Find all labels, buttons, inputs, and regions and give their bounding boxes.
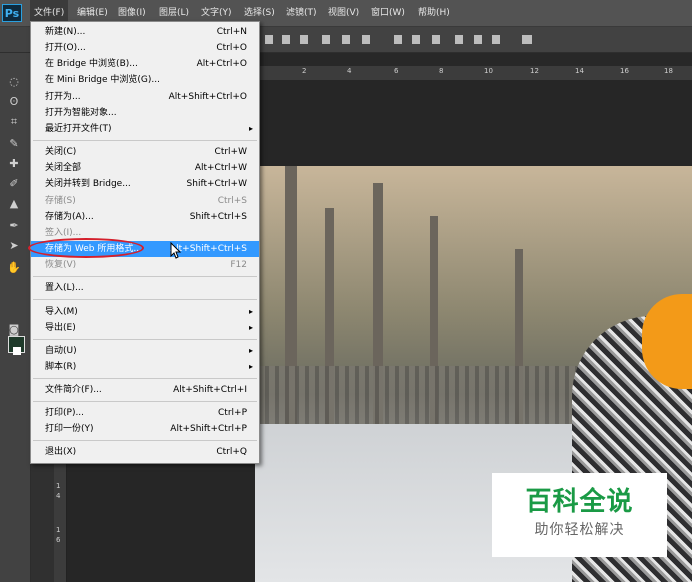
menu-item-revert: 恢复(V) F12	[45, 260, 247, 270]
watermark-title: 百科全说	[525, 487, 634, 517]
healing-tool-icon[interactable]: ✚	[6, 157, 22, 171]
ruler-tick: 1	[56, 482, 61, 490]
watermark-logo: 百科全说 助你轻松解决	[492, 473, 667, 557]
menu-item-recent-files[interactable]: 最近打开文件(T) ▸	[31, 121, 259, 137]
menu-item-save-as[interactable]: 存储为(A)... Shift+Ctrl+S	[31, 209, 259, 225]
ruler-tick: 1	[56, 526, 61, 534]
menu-item-browse-bridge[interactable]: 在 Bridge 中浏览(B)... Alt+Ctrl+O	[31, 56, 259, 72]
ruler-tick: 4	[347, 67, 352, 75]
photoshop-logo-icon: Ps	[2, 4, 22, 22]
menu-separator	[33, 401, 257, 402]
menu-item-close[interactable]: 关闭(C) Ctrl+W	[31, 144, 259, 160]
menu-item-scripts[interactable]: 脚本(R) ▸	[31, 359, 259, 375]
lasso-tool-icon[interactable]: ʘ	[6, 95, 22, 109]
tools-panel: ◌ ʘ ⌗ ✎ ✚ ✐ ▲ ✒ ➤ ✋ ◙	[0, 53, 31, 582]
menu-item-print[interactable]: 打印(P)... Ctrl+P	[31, 405, 259, 421]
submenu-arrow-icon: ▸	[248, 323, 253, 332]
submenu-arrow-icon: ▸	[248, 362, 253, 371]
menu-separator	[33, 339, 257, 340]
ruler-tick: 2	[302, 67, 307, 75]
submenu-arrow-icon: ▸	[248, 346, 253, 355]
path-select-tool-icon[interactable]: ➤	[6, 239, 22, 253]
menu-item-place[interactable]: 置入(L)...	[31, 280, 259, 296]
menu-item-automate[interactable]: 自动(U) ▸	[31, 343, 259, 359]
watermark-subtitle: 助你轻松解决	[534, 522, 625, 538]
ruler-tick: 12	[530, 67, 539, 75]
submenu-arrow-icon: ▸	[248, 124, 253, 133]
annotation-oval	[28, 238, 144, 258]
submenu-arrow-icon: ▸	[248, 307, 253, 316]
menu-filter[interactable]: 滤镜(T)	[282, 0, 321, 26]
ruler-tick: 8	[439, 67, 444, 75]
menu-item-open-as[interactable]: 打开为... Alt+Shift+Ctrl+O	[31, 89, 259, 105]
menu-help[interactable]: 帮助(H)	[414, 0, 454, 26]
quick-mask-icon[interactable]: ◙	[6, 323, 22, 337]
menu-item-close-all[interactable]: 关闭全部 Alt+Ctrl+W	[31, 160, 259, 176]
horizontal-ruler: 2 4 6 8 10 12 14 16 18	[258, 66, 692, 81]
stamp-tool-icon[interactable]: ▲	[6, 197, 22, 211]
menu-item-open[interactable]: 打开(O)... Ctrl+O	[31, 40, 259, 56]
menu-item-browse-mini-bridge[interactable]: 在 Mini Bridge 中浏览(G)...	[31, 72, 259, 88]
ruler-tick: 18	[664, 67, 673, 75]
menu-separator	[33, 378, 257, 379]
ruler-tick: 6	[56, 536, 61, 544]
menu-item-print-one-copy[interactable]: 打印一份(Y) Alt+Shift+Ctrl+P	[31, 421, 259, 437]
background-color-swatch[interactable]	[13, 347, 21, 355]
menu-separator	[33, 276, 257, 277]
menu-item-file-info[interactable]: 文件简介(F)... Alt+Shift+Ctrl+I	[31, 382, 259, 398]
menu-item-close-go-bridge[interactable]: 关闭并转到 Bridge... Shift+Ctrl+W	[31, 176, 259, 192]
ruler-tick: 4	[56, 492, 61, 500]
ruler-tick: 10	[484, 67, 493, 75]
menu-window[interactable]: 窗口(W)	[367, 0, 409, 26]
ruler-tick: 16	[620, 67, 629, 75]
menu-separator	[33, 140, 257, 141]
menu-item-import[interactable]: 导入(M) ▸	[31, 304, 259, 320]
crop-tool-icon[interactable]: ⌗	[6, 115, 22, 129]
menu-separator	[33, 299, 257, 300]
eyedropper-tool-icon[interactable]: ✎	[6, 137, 22, 151]
menu-separator	[33, 440, 257, 441]
hand-tool-icon[interactable]: ✋	[6, 261, 22, 275]
menu-item-save: 存储(S) Ctrl+S	[45, 196, 247, 206]
ruler-tick: 6	[394, 67, 399, 75]
menu-view[interactable]: 视图(V)	[324, 0, 363, 26]
menu-item-exit[interactable]: 退出(X) Ctrl+Q	[31, 444, 259, 460]
menu-item-open-smart-object[interactable]: 打开为智能对象...	[31, 105, 259, 121]
ruler-tick: 14	[575, 67, 584, 75]
mouse-cursor-icon	[170, 242, 182, 259]
menu-item-new[interactable]: 新建(N)... Ctrl+N	[31, 24, 259, 40]
marquee-tool-icon[interactable]: ◌	[6, 75, 22, 89]
brush-tool-icon[interactable]: ✐	[6, 177, 22, 191]
pen-tool-icon[interactable]: ✒	[6, 219, 22, 233]
menu-item-export[interactable]: 导出(E) ▸	[31, 320, 259, 336]
